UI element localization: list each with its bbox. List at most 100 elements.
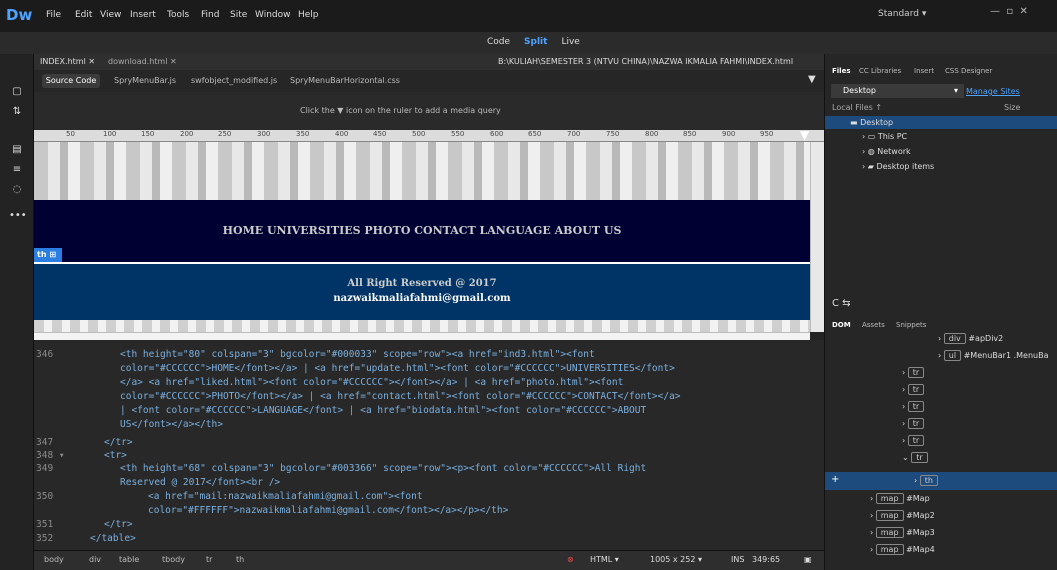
dom-node[interactable]: › tr	[902, 367, 925, 378]
code-line[interactable]: <th height="80" colspan="3" bgcolor="#00…	[120, 349, 595, 360]
code-line[interactable]: <a href="mail:nazwaikmaliafahmi@gmail.co…	[148, 491, 423, 502]
related-file[interactable]: SpryMenuBarHorizontal.css	[290, 76, 400, 85]
dom-node[interactable]: › tr	[902, 418, 925, 429]
menu-edit[interactable]: Edit	[75, 10, 92, 20]
window-size-label: 1005 x 252	[650, 555, 696, 564]
tag-pill: th	[919, 475, 938, 486]
menu-help[interactable]: Help	[298, 10, 319, 20]
dom-node[interactable]: › div #apDiv2	[938, 333, 1003, 344]
code-line[interactable]: Reserved @ 2017</font><br />	[120, 477, 280, 488]
code-line[interactable]: </tr>	[104, 437, 133, 448]
code-line[interactable]: color="#CCCCCC">HOME</font></a> | <a hre…	[120, 363, 675, 374]
dom-node[interactable]: › tr	[902, 435, 925, 446]
menu-find[interactable]: Find	[201, 10, 219, 20]
insert-mode[interactable]: INS	[731, 555, 744, 564]
dom-node[interactable]: › map #Map2	[870, 510, 935, 521]
workspace-switcher[interactable]: Standard ▾	[878, 9, 926, 19]
add-icon[interactable]: ⊞	[49, 250, 56, 259]
target-icon[interactable]: ◌	[9, 184, 25, 195]
footer-row[interactable]	[34, 264, 810, 320]
file-item-desktop-items[interactable]: › ▰ Desktop items	[862, 162, 934, 171]
ruler-tick: 700	[567, 130, 581, 138]
breadcrumb-tbody[interactable]: tbody	[162, 555, 185, 564]
manage-sites-link[interactable]: Manage Sites	[966, 87, 1020, 96]
email-link[interactable]: nazwaikmaliafahmi@gmail.com	[34, 293, 810, 304]
tab-snippets[interactable]: Snippets	[896, 321, 926, 329]
window-size-select[interactable]: 1005 x 252 ▾	[650, 555, 702, 564]
page-icon[interactable]: ▤	[9, 144, 25, 155]
refresh-icon[interactable]: C ⇆	[832, 298, 851, 309]
code-line[interactable]: color="#CCCCCC">PHOTO</font></a> | <a hr…	[120, 391, 681, 402]
code-line[interactable]: <th height="68" colspan="3" bgcolor="#00…	[120, 463, 646, 474]
menu-insert[interactable]: Insert	[130, 10, 156, 20]
dom-node[interactable]: › th	[914, 475, 938, 486]
related-file[interactable]: swfobject_modified.js	[191, 76, 277, 85]
dom-node[interactable]: › tr	[902, 384, 925, 395]
size-header[interactable]: Size	[1004, 103, 1020, 112]
file-icon[interactable]: ▢	[9, 86, 25, 97]
menu-tools[interactable]: Tools	[167, 10, 189, 20]
design-vertical-scrollbar[interactable]	[810, 142, 824, 332]
nav-links[interactable]: HOME UNIVERSITIES PHOTO CONTACT LANGUAGE…	[34, 224, 810, 237]
filter-icon[interactable]: ▼	[808, 74, 816, 85]
file-item-this-pc[interactable]: › ▭ This PC	[862, 132, 907, 141]
code-line[interactable]: | <font color="#CCCCCC">LANGUAGE</font> …	[120, 405, 646, 416]
related-file[interactable]: SpryMenuBar.js	[114, 76, 176, 85]
location-label: Desktop	[843, 86, 876, 95]
tab-files[interactable]: Files	[832, 67, 851, 75]
cursor-position: 349:65	[752, 555, 781, 564]
breadcrumb-table[interactable]: table	[119, 555, 139, 564]
left-toolbar	[0, 54, 34, 570]
tab-cc-libraries[interactable]: CC Libraries	[859, 67, 901, 75]
menu-site[interactable]: Site	[230, 10, 247, 20]
menu-view[interactable]: View	[100, 10, 121, 20]
file-item-network[interactable]: › ◍ Network	[862, 147, 911, 156]
window-controls[interactable]: — ▫ ✕	[990, 6, 1028, 17]
local-files-header[interactable]: Local Files ↑	[832, 103, 882, 112]
media-query-marker-icon[interactable]: ▼	[800, 128, 809, 142]
code-line[interactable]: </a> <a href="liked.html"><font color="#…	[120, 377, 623, 388]
dom-node[interactable]: ⌄ tr	[902, 452, 928, 463]
related-file-source[interactable]: Source Code	[42, 74, 100, 88]
tab-assets[interactable]: Assets	[862, 321, 885, 329]
document-type-select[interactable]: HTML ▾	[590, 555, 619, 564]
dom-node[interactable]: › ul #MenuBar1 .MenuBa	[938, 350, 1048, 361]
right-panel	[824, 54, 1057, 570]
code-line[interactable]: </table>	[90, 533, 136, 544]
dom-node[interactable]: › map #Map4	[870, 544, 935, 555]
breadcrumb-body[interactable]: body	[44, 555, 64, 564]
th-tag-badge[interactable]: th ⊞	[34, 248, 62, 262]
workspace-label: Standard	[878, 9, 919, 19]
file-item-desktop[interactable]: ▬ Desktop	[850, 118, 893, 127]
site-location-select[interactable]: Desktop ▾	[831, 84, 964, 98]
dom-node[interactable]: › map #Map	[870, 493, 930, 504]
code-line[interactable]: <tr>	[104, 450, 127, 461]
code-line[interactable]: US</font></a></th>	[120, 419, 223, 430]
tab-dom[interactable]: DOM	[832, 321, 851, 329]
dom-node[interactable]: › tr	[902, 401, 925, 412]
code-line[interactable]: </tr>	[104, 519, 133, 530]
format-icon[interactable]: ≡	[9, 164, 25, 175]
design-horizontal-scrollbar[interactable]	[34, 332, 810, 340]
menu-window[interactable]: Window	[255, 10, 291, 20]
error-icon[interactable]: ⊗	[567, 555, 574, 564]
add-element-icon[interactable]: +	[831, 474, 839, 485]
preview-icon[interactable]: ▣	[804, 555, 812, 564]
tab-insert[interactable]: Insert	[914, 67, 934, 75]
dom-node[interactable]: › map #Map3	[870, 527, 935, 538]
tab-download[interactable]: download.html ✕	[108, 57, 177, 66]
more-icon[interactable]: •••	[9, 210, 27, 221]
breadcrumb-tr[interactable]: tr	[206, 555, 212, 564]
live-view-button[interactable]: Live	[561, 37, 579, 47]
tab-index[interactable]: INDEX.html ✕	[40, 57, 95, 66]
breadcrumb-th[interactable]: th	[236, 555, 244, 564]
tab-css-designer[interactable]: CSS Designer	[945, 67, 992, 75]
breadcrumb-div[interactable]: div	[89, 555, 101, 564]
line-number: 351	[36, 519, 54, 530]
menu-file[interactable]: File	[46, 10, 61, 20]
split-view-button[interactable]: Split	[524, 37, 547, 47]
sort-icon[interactable]: ⇅	[9, 106, 25, 117]
code-view-button[interactable]: Code	[487, 37, 510, 47]
code-line[interactable]: color="#FFFFFF">nazwaikmaliafahmi@gmail.…	[148, 505, 508, 516]
dom-node-selected[interactable]	[825, 472, 1057, 490]
